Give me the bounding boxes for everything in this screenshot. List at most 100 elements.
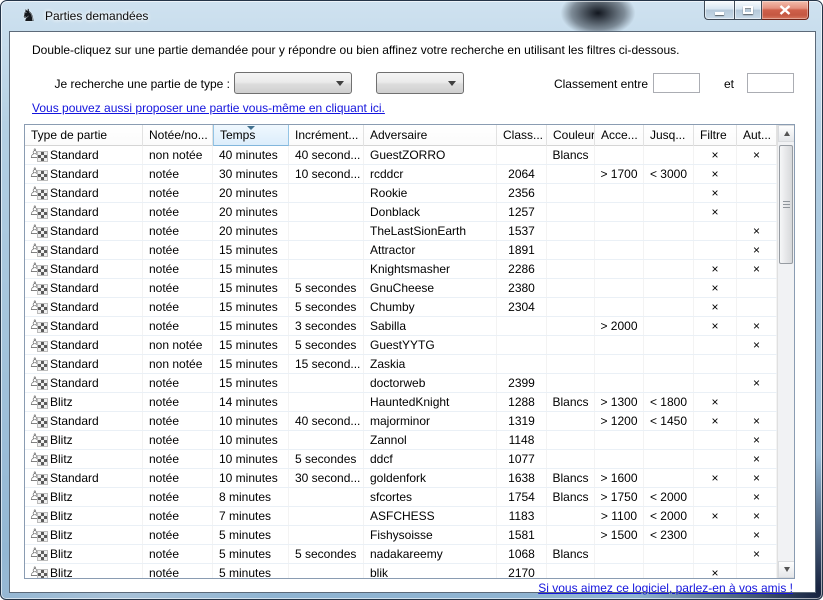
- table-row[interactable]: ♙Standardnotée30 minutes10 second...rcdd…: [25, 165, 777, 184]
- cell: 15 minutes: [213, 317, 289, 335]
- table-row[interactable]: ♙Standardnotée20 minutesTheLastSionEarth…: [25, 222, 777, 241]
- close-button[interactable]: [762, 1, 809, 20]
- maximize-button[interactable]: [734, 1, 762, 20]
- minimize-button[interactable]: [704, 1, 734, 20]
- table-row[interactable]: ♙Standardnon notée15 minutes15 second...…: [25, 355, 777, 374]
- chess-piece-icon: ♙: [31, 489, 47, 504]
- chess-piece-icon: ♙: [31, 565, 47, 578]
- chess-piece-icon: ♙: [31, 527, 47, 542]
- table-row[interactable]: ♙Blitznotée5 minutesblik2170×: [25, 564, 777, 578]
- window: ♞ Parties demandées Double-cliquez sur u…: [0, 0, 823, 600]
- filter-row: Je recherche une partie de type : Classe…: [10, 72, 815, 98]
- cell: [289, 222, 364, 240]
- cell: 1319: [497, 412, 547, 430]
- column-header-class[interactable]: Class...: [497, 125, 547, 146]
- cell: [644, 317, 694, 335]
- cell: notée: [143, 374, 213, 392]
- table-row[interactable]: ♙Standardnotée15 minutesKnightsmasher228…: [25, 260, 777, 279]
- cell: 2399: [497, 374, 547, 392]
- table-row[interactable]: ♙Blitznotée5 minutes5 secondesnadakareem…: [25, 545, 777, 564]
- cell: ×: [737, 526, 777, 544]
- table-row[interactable]: ♙Standardnotée20 minutesRookie2356×: [25, 184, 777, 203]
- table-row[interactable]: ♙Standardnotée15 minutesAttractor1891×: [25, 241, 777, 260]
- table-row[interactable]: ♙Blitznotée10 minutesZannol1148×: [25, 431, 777, 450]
- cell: goldenfork: [364, 469, 497, 487]
- column-header-label: Type de partie: [31, 128, 107, 142]
- game-type-dropdown[interactable]: [234, 72, 352, 94]
- table-body: ♙Standardnon notée40 minutes40 second...…: [25, 146, 777, 578]
- cell: ♙Standard: [25, 146, 143, 164]
- scroll-up-button[interactable]: [778, 125, 795, 142]
- cell: ♙Blitz: [25, 564, 143, 578]
- cell: [595, 336, 644, 354]
- cell: ♙Standard: [25, 317, 143, 335]
- table-row[interactable]: ♙Standardnotée10 minutes40 second...majo…: [25, 412, 777, 431]
- cell: < 2000: [644, 507, 694, 525]
- cell: doctorweb: [364, 374, 497, 392]
- column-header-filtre[interactable]: Filtre: [694, 125, 737, 146]
- cell: ♙Standard: [25, 298, 143, 316]
- table-row[interactable]: ♙Blitznotée7 minutesASFCHESS1183> 1100< …: [25, 507, 777, 526]
- cell: sfcortes: [364, 488, 497, 506]
- table-row[interactable]: ♙Blitznotée10 minutes5 secondesddcf1077×: [25, 450, 777, 469]
- maximize-icon: [743, 6, 753, 14]
- game-variant-dropdown[interactable]: [376, 72, 464, 94]
- table-row[interactable]: ♙Blitznotée5 minutesFishysoisse1581> 150…: [25, 526, 777, 545]
- cell: 1288: [497, 393, 547, 411]
- cell: 15 minutes: [213, 260, 289, 278]
- cell: [547, 298, 595, 316]
- cell: > 1600: [595, 469, 644, 487]
- rating-min-input[interactable]: [653, 73, 700, 93]
- cell: [547, 374, 595, 392]
- column-header-typedepartie[interactable]: Type de partie: [25, 125, 143, 146]
- cell: [289, 241, 364, 259]
- arrow-up-icon: [784, 131, 790, 136]
- cell: [595, 203, 644, 221]
- vertical-scrollbar[interactable]: [777, 125, 794, 578]
- scroll-down-button[interactable]: [778, 561, 795, 578]
- cell: [289, 488, 364, 506]
- column-header-aut[interactable]: Aut...: [737, 125, 777, 146]
- cell: [547, 165, 595, 183]
- cell: 30 second...: [289, 469, 364, 487]
- column-header-noteno[interactable]: Notée/no...: [143, 125, 213, 146]
- column-header-label: Adversaire: [370, 128, 427, 142]
- cell: 1638: [497, 469, 547, 487]
- column-header-acce[interactable]: Acce...: [595, 125, 644, 146]
- window-title: Parties demandées: [45, 9, 148, 23]
- cell: Sabilla: [364, 317, 497, 335]
- scrollbar-thumb[interactable]: [779, 145, 793, 264]
- cell: ♙Standard: [25, 222, 143, 240]
- column-header-couleur[interactable]: Couleur: [547, 125, 595, 146]
- chess-piece-icon: ♙: [31, 166, 47, 181]
- table-row[interactable]: ♙Standardnotée15 minutes5 secondesGnuChe…: [25, 279, 777, 298]
- table-row[interactable]: ♙Standardnotée10 minutes30 second...gold…: [25, 469, 777, 488]
- cell: [737, 298, 777, 316]
- column-header-temps[interactable]: Temps: [213, 125, 289, 146]
- table-row[interactable]: ♙Standardnon notée15 minutes5 secondesGu…: [25, 336, 777, 355]
- column-header-incrment[interactable]: Incrément...: [289, 125, 364, 146]
- table-row[interactable]: ♙Standardnotée20 minutesDonblack1257×: [25, 203, 777, 222]
- table-row[interactable]: ♙Standardnon notée40 minutes40 second...…: [25, 146, 777, 165]
- cell: [289, 526, 364, 544]
- cell: [694, 488, 737, 506]
- cell: [694, 355, 737, 373]
- column-header-jusq[interactable]: Jusq...: [644, 125, 694, 146]
- rating-max-input[interactable]: [747, 73, 794, 93]
- cell: [595, 260, 644, 278]
- cell: ×: [694, 165, 737, 183]
- cell: 1581: [497, 526, 547, 544]
- column-header-adversaire[interactable]: Adversaire: [364, 125, 497, 146]
- cell: > 1750: [595, 488, 644, 506]
- cell: [737, 564, 777, 578]
- table-row[interactable]: ♙Standardnotée15 minutesdoctorweb2399×: [25, 374, 777, 393]
- propose-game-link[interactable]: Vous pouvez aussi proposer une partie vo…: [32, 101, 385, 115]
- table-row[interactable]: ♙Blitznotée14 minutesHauntedKnight1288Bl…: [25, 393, 777, 412]
- table-row[interactable]: ♙Standardnotée15 minutes5 secondesChumby…: [25, 298, 777, 317]
- cell: [644, 260, 694, 278]
- table-row[interactable]: ♙Standardnotée15 minutes3 secondesSabill…: [25, 317, 777, 336]
- table-row[interactable]: ♙Blitznotée8 minutessfcortes1754Blancs> …: [25, 488, 777, 507]
- tell-friends-link[interactable]: Si vous aimez ce logiciel, parlez-en à v…: [538, 581, 793, 595]
- column-header-label: Filtre: [700, 128, 727, 142]
- cell: ♙Standard: [25, 241, 143, 259]
